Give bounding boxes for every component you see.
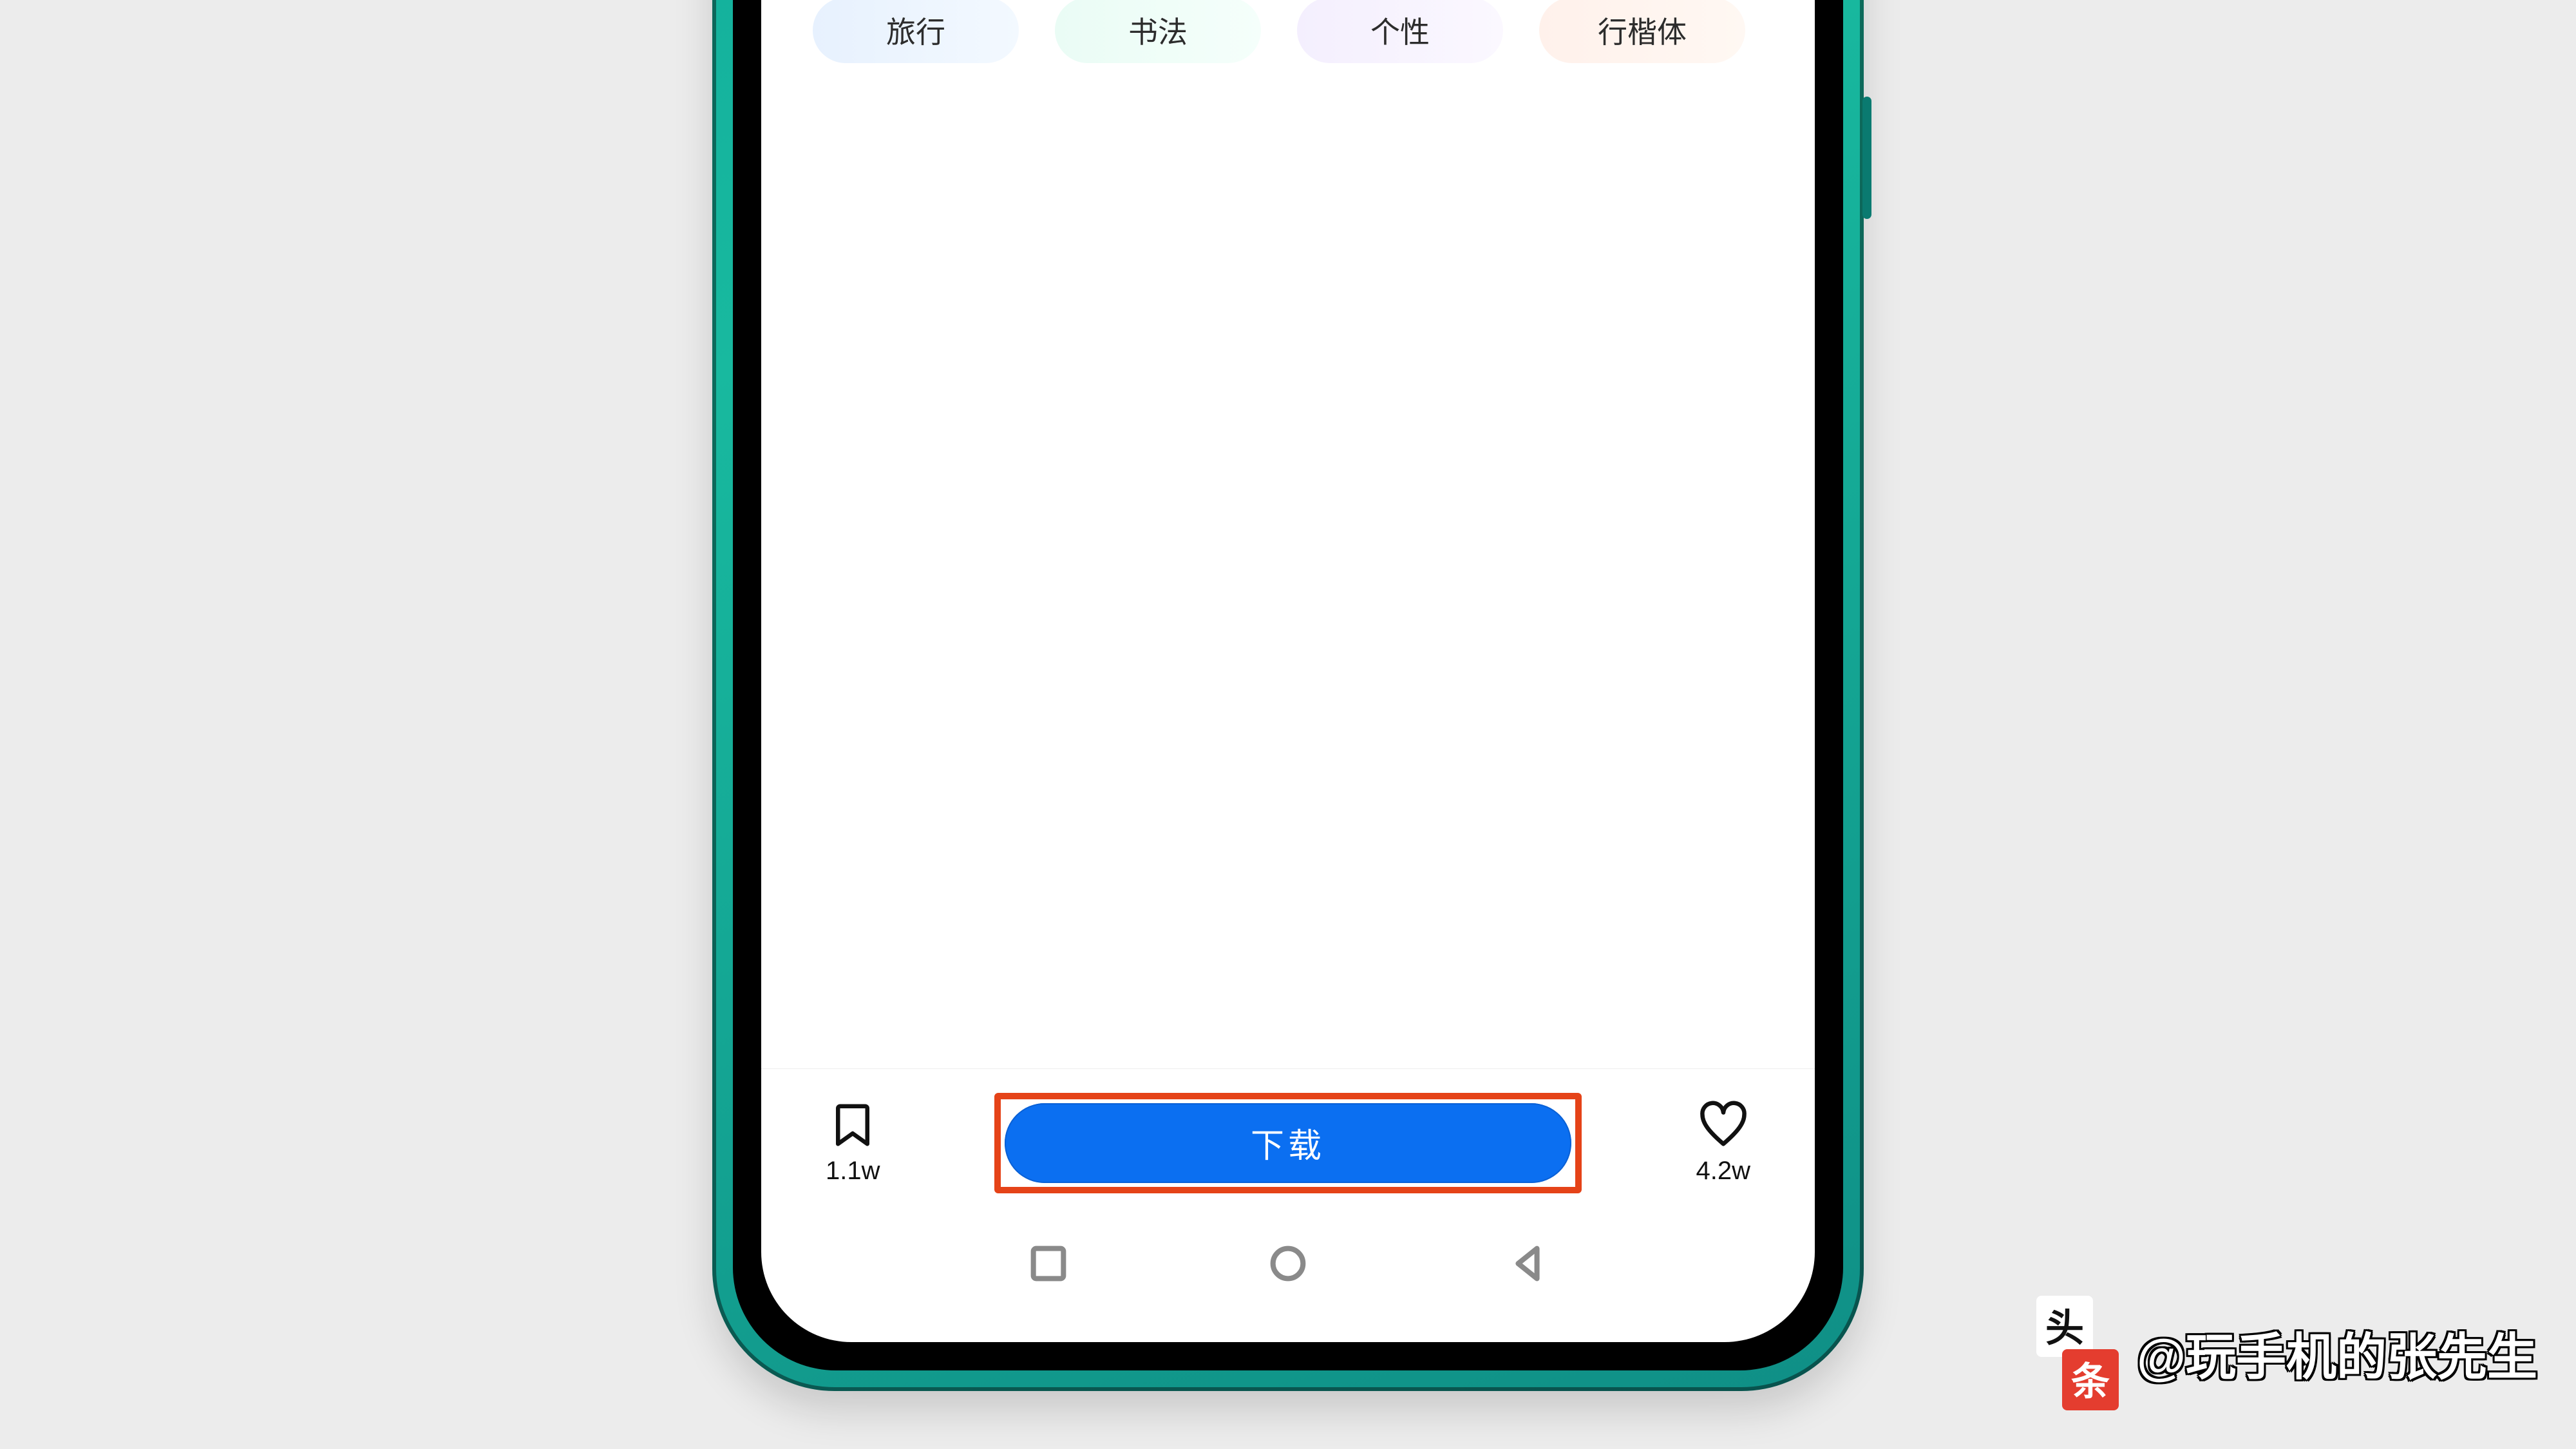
tag-personality[interactable]: 个性 <box>1297 0 1503 63</box>
phone-frame: 字体为黑色，样本仅供参考 具体以实际效果为准 方正新舒体 评论 (290) 旅行… <box>712 0 1864 1391</box>
app-content: 字体为黑色，样本仅供参考 具体以实际效果为准 方正新舒体 评论 (290) 旅行… <box>761 0 1815 1342</box>
phone-screen: 字体为黑色，样本仅供参考 具体以实际效果为准 方正新舒体 评论 (290) 旅行… <box>761 0 1815 1342</box>
nav-back-button[interactable] <box>1505 1241 1550 1289</box>
square-icon <box>1026 1241 1071 1286</box>
tag-travel[interactable]: 旅行 <box>813 0 1019 63</box>
bookmark-count: 1.1w <box>826 1157 880 1186</box>
download-label: 下载 <box>1251 1119 1325 1167</box>
logo-bottom: 条 <box>2062 1349 2119 1410</box>
tag-label: 书法 <box>1128 9 1188 52</box>
watermark: 头 条 @玩手机的张先生 <box>2036 1296 2537 1410</box>
circle-icon <box>1265 1241 1311 1286</box>
heart-icon <box>1698 1100 1748 1150</box>
like-count: 4.2w <box>1696 1157 1751 1186</box>
tag-label: 个性 <box>1370 9 1430 52</box>
tag-calligraphy[interactable]: 书法 <box>1055 0 1261 63</box>
nav-home-button[interactable] <box>1265 1241 1311 1289</box>
toutiao-logo: 头 条 <box>2036 1296 2119 1410</box>
tag-row: 旅行 书法 个性 行楷体 <box>813 0 1745 63</box>
tag-label: 行楷体 <box>1598 9 1687 52</box>
bookmark-button[interactable]: 1.1w <box>826 1100 880 1186</box>
nav-recent-button[interactable] <box>1026 1241 1071 1289</box>
phone-bezel: 字体为黑色，样本仅供参考 具体以实际效果为准 方正新舒体 评论 (290) 旅行… <box>733 0 1843 1370</box>
bookmark-icon <box>828 1100 878 1150</box>
watermark-handle: @玩手机的张先生 <box>2137 1317 2537 1389</box>
triangle-back-icon <box>1505 1241 1550 1286</box>
download-button[interactable]: 下载 <box>1005 1103 1571 1183</box>
download-highlight-box: 下载 <box>994 1093 1582 1193</box>
like-button[interactable]: 4.2w <box>1696 1100 1751 1186</box>
tag-label: 旅行 <box>886 9 945 52</box>
tag-running-script[interactable]: 行楷体 <box>1539 0 1745 63</box>
action-bar: 1.1w 下载 4.2w <box>761 1068 1815 1217</box>
logo-top: 头 <box>2036 1296 2093 1357</box>
android-nav-bar <box>761 1226 1815 1303</box>
